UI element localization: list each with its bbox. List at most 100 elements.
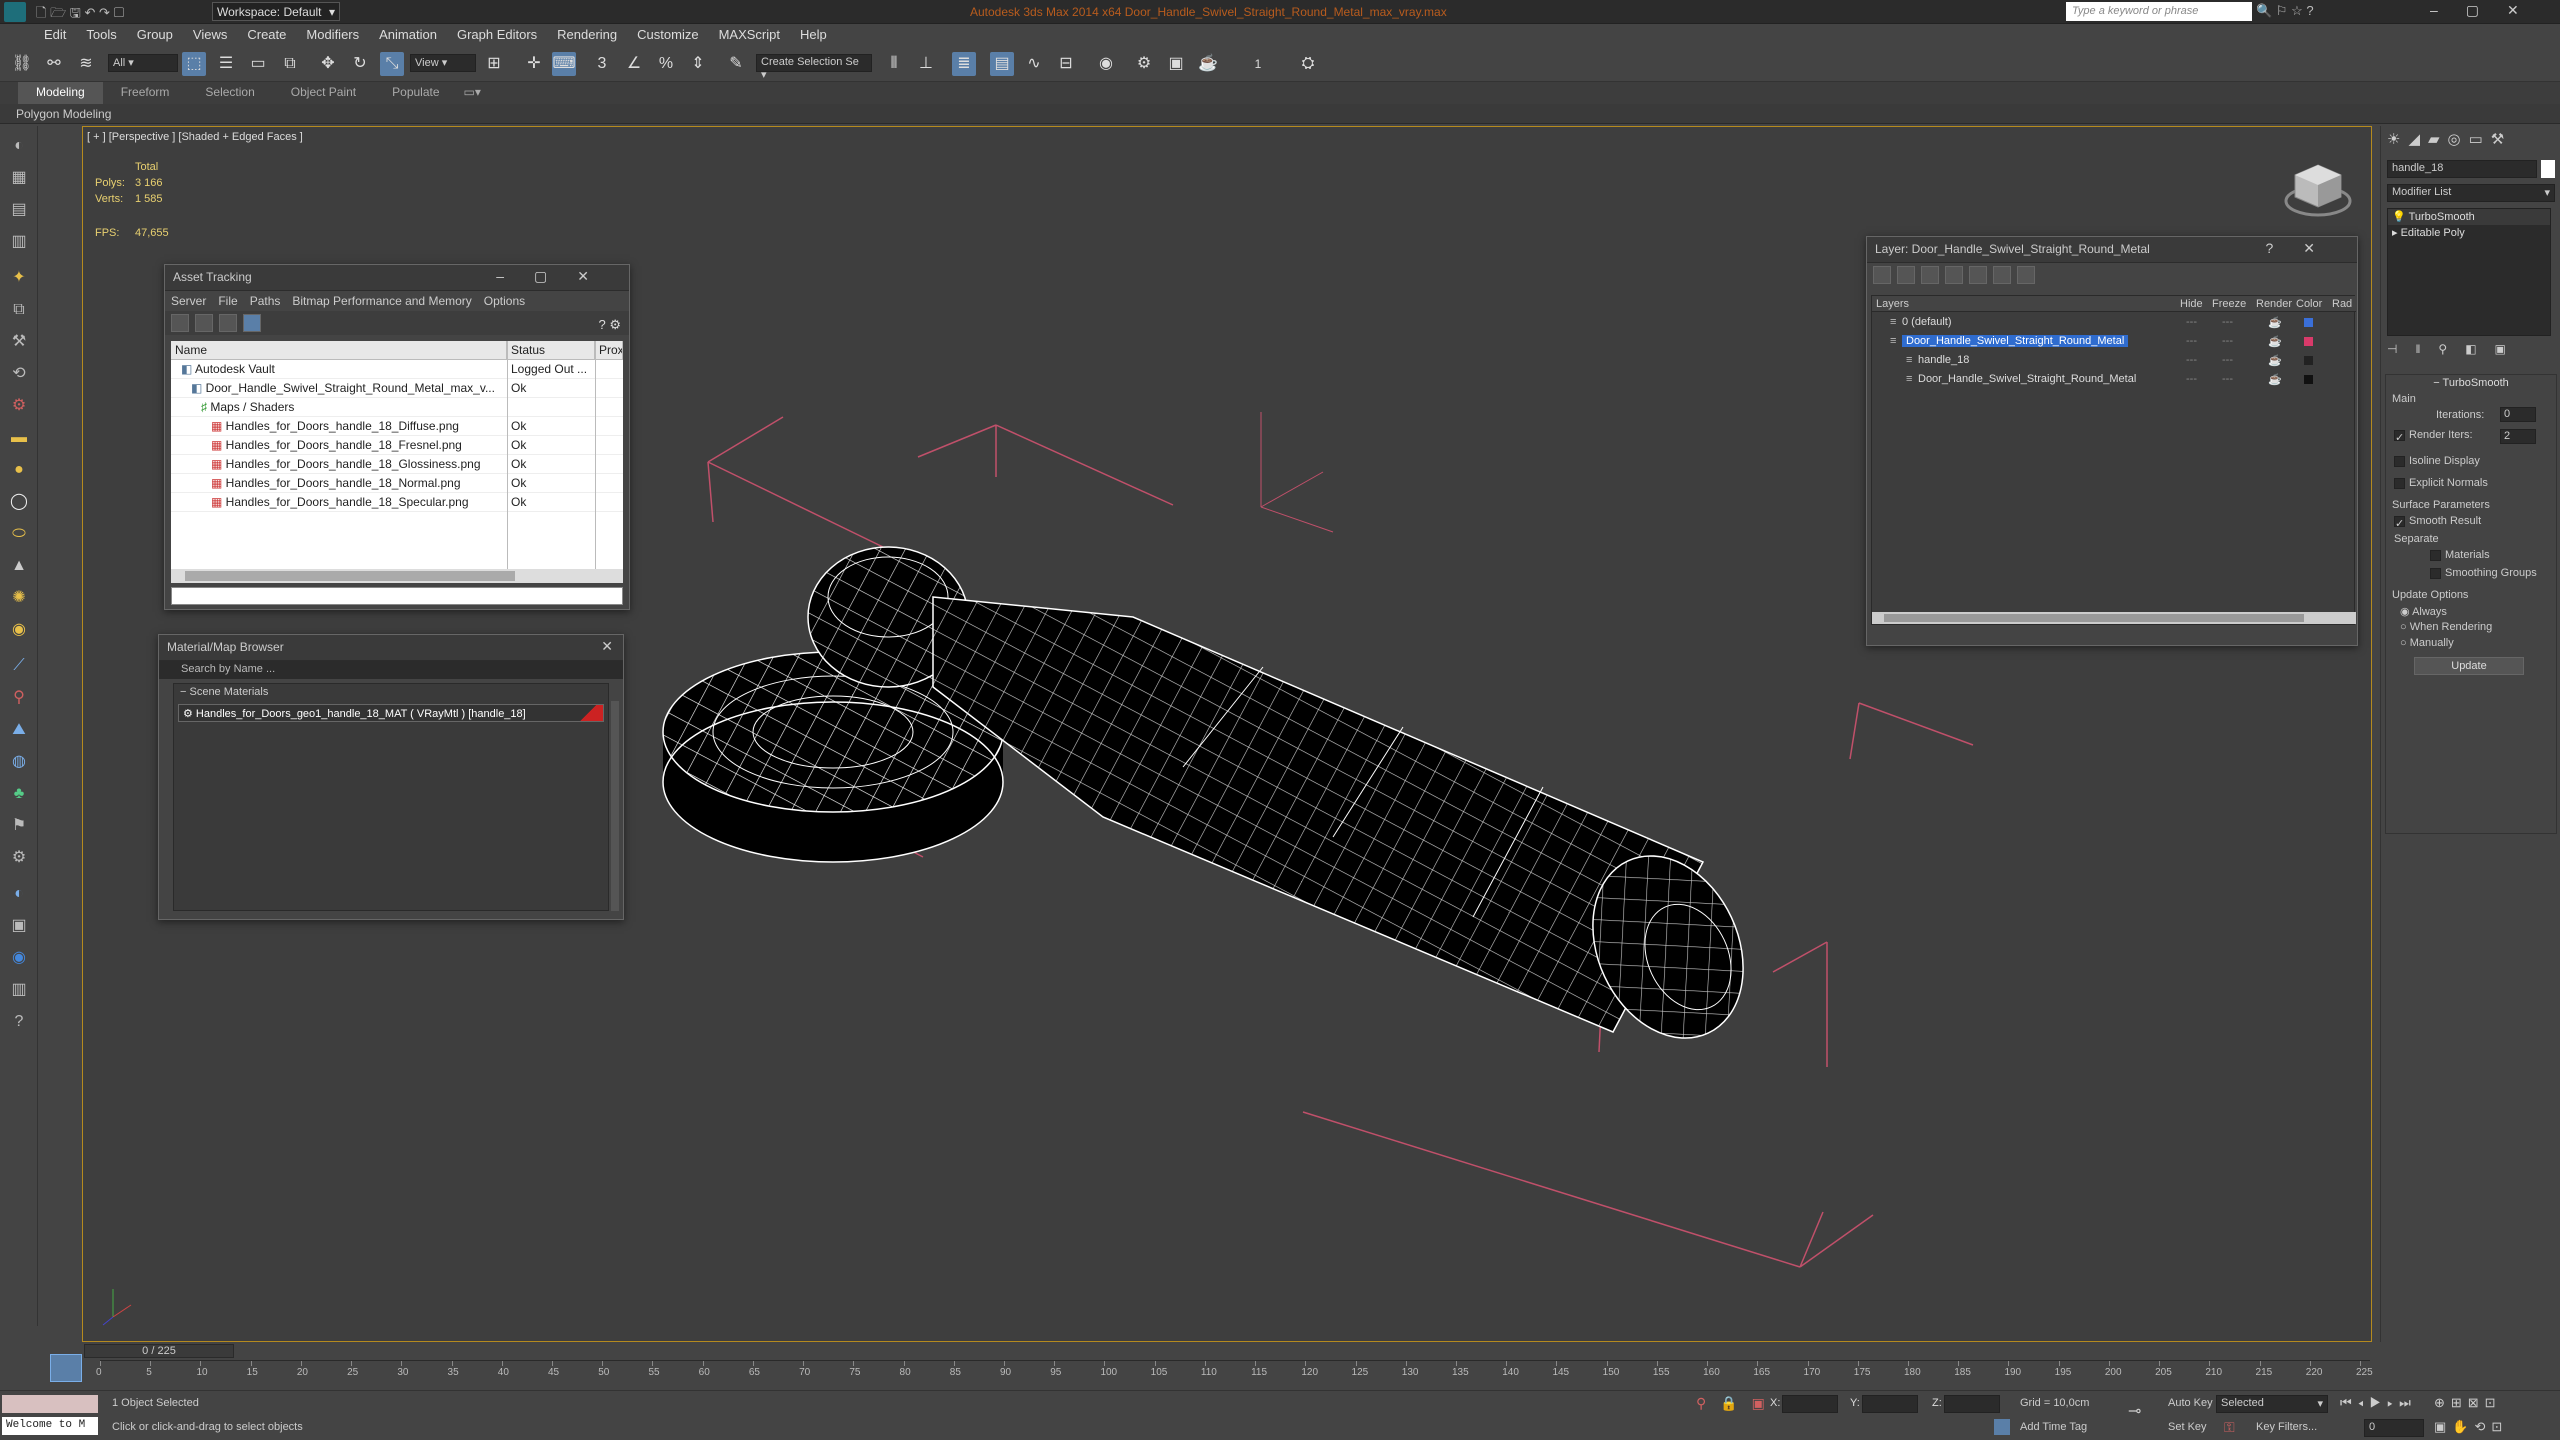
table-row[interactable]: ◧ Door_Handle_Swivel_Straight_Round_Meta… — [171, 379, 623, 398]
viewport-nav-controls[interactable]: ⊕⊞⊠⊡ — [2434, 1395, 2502, 1411]
workspace-dropdown[interactable]: Workspace: Default ▾ — [212, 2, 340, 21]
search-input[interactable]: Type a keyword or phrase — [2066, 2, 2252, 21]
schematic-view-icon[interactable]: ⊟ — [1054, 52, 1078, 76]
y-coord-field[interactable] — [1862, 1395, 1918, 1413]
menu-modifiers[interactable]: Modifiers — [296, 24, 369, 46]
list-view-icon[interactable] — [195, 314, 213, 332]
z-coord-field[interactable] — [1944, 1395, 2000, 1413]
edit-named-selection-icon[interactable]: ✎ — [724, 52, 748, 76]
asset-menu-options[interactable]: Options — [484, 294, 525, 308]
material-editor-icon[interactable]: ◉ — [1094, 52, 1118, 76]
auto-key-button[interactable]: Auto Key — [2168, 1397, 2213, 1409]
select-by-name-icon[interactable]: ☰ — [214, 52, 238, 76]
layer-row[interactable]: ≡ Door_Handle_Swivel_Straight_Round_Metal… — [1872, 371, 2356, 390]
vray-icon[interactable]: ⛭ — [1296, 52, 1320, 76]
layer-hscrollbar[interactable] — [1872, 612, 2356, 624]
tab-selection[interactable]: Selection — [187, 82, 272, 104]
maxscript-listener[interactable] — [2, 1395, 98, 1413]
tool-4-icon[interactable]: ▥ — [7, 230, 31, 254]
tab-modeling[interactable]: Modeling — [18, 82, 103, 104]
render-icon[interactable]: ☕ — [1196, 52, 1220, 76]
key-filters-button[interactable]: Key Filters... — [2256, 1421, 2317, 1433]
smoothing-groups-checkbox[interactable] — [2430, 567, 2441, 579]
keyboard-shortcut-icon[interactable]: ⌨ — [552, 52, 576, 76]
hide-all-icon[interactable] — [1993, 266, 2011, 284]
freeze-toggle-icon[interactable]: --- — [2222, 316, 2233, 328]
cylinder-icon[interactable]: ⬭ — [7, 522, 31, 546]
transform-gizmo[interactable] — [1260, 412, 1334, 533]
object-color-swatch[interactable] — [2541, 160, 2555, 178]
link-icon[interactable]: ⛓ — [10, 52, 34, 76]
render-toggle-icon[interactable]: ☕ — [2268, 335, 2282, 348]
menu-views[interactable]: Views — [183, 24, 237, 46]
layer-color-swatch[interactable] — [2304, 375, 2313, 384]
key-mode-icon[interactable]: ⊸ — [2128, 1401, 2141, 1421]
scene-materials-header[interactable]: − Scene Materials — [174, 684, 608, 702]
freeze-toggle-icon[interactable]: --- — [2222, 335, 2233, 347]
table-view-icon[interactable] — [243, 314, 261, 332]
smooth-result-checkbox[interactable]: ✓ — [2394, 515, 2405, 530]
angle-snap-icon[interactable]: ∠ — [622, 52, 646, 76]
stack-tools[interactable]: ⊣ǁ⚲◧▣ — [2387, 342, 2555, 362]
playback-controls[interactable]: ⏮◂▶▸⏭ — [2340, 1395, 2417, 1411]
tool-1-icon[interactable]: ◐ — [7, 134, 31, 158]
move-icon[interactable]: ✥ — [316, 52, 340, 76]
asset-menu-server[interactable]: Server — [171, 294, 206, 308]
add-time-tag[interactable]: Add Time Tag — [2020, 1421, 2087, 1433]
asset-menu-bitmap[interactable]: Bitmap Performance and Memory — [292, 294, 471, 308]
hide-toggle-icon[interactable]: --- — [2186, 354, 2197, 366]
sphere-icon[interactable]: ● — [7, 458, 31, 482]
menu-group[interactable]: Group — [127, 24, 183, 46]
scale-icon[interactable]: ⤡ — [380, 52, 404, 76]
table-row[interactable]: ▦ Handles_for_Doors_handle_18_Normal.png… — [171, 474, 623, 493]
freeze-all-icon[interactable] — [2017, 266, 2035, 284]
manipulate-icon[interactable]: ✛ — [522, 52, 546, 76]
asset-menu-file[interactable]: File — [218, 294, 237, 308]
when-rendering-row[interactable]: ○ When Rendering — [2400, 621, 2492, 633]
render-iters-spinner[interactable]: 2 — [2500, 429, 2536, 444]
col-rad[interactable]: Rad — [2332, 298, 2352, 310]
bind-space-warp-icon[interactable]: ≋ — [74, 52, 98, 76]
layer-color-swatch[interactable] — [2304, 337, 2313, 346]
manually-row[interactable]: ○ Manually — [2400, 637, 2454, 649]
tool-5-icon[interactable]: ✦ — [7, 266, 31, 290]
render-setup-icon[interactable]: ⚙ — [1132, 52, 1156, 76]
maxscript-welcome[interactable]: Welcome to M — [2, 1417, 98, 1435]
col-layers[interactable]: Layers — [1876, 298, 1909, 310]
menu-customize[interactable]: Customize — [627, 24, 708, 46]
menu-animation[interactable]: Animation — [369, 24, 447, 46]
always-row[interactable]: ◉ Always — [2400, 605, 2447, 618]
layer-tool-icon[interactable] — [1873, 266, 1891, 284]
rendered-frame-icon[interactable]: ▣ — [1164, 52, 1188, 76]
tool-8-icon[interactable]: ⟲ — [7, 362, 31, 386]
reference-coord-dropdown[interactable]: View ▾ — [410, 54, 476, 72]
freeze-toggle-icon[interactable]: --- — [2222, 373, 2233, 385]
material-vscrollbar[interactable] — [611, 701, 619, 911]
iterations-spinner[interactable]: 0 — [2500, 407, 2536, 422]
stack-item-turbosmooth[interactable]: 💡 TurboSmooth — [2388, 209, 2550, 225]
window-controls[interactable]: –▢✕ — [2430, 2, 2547, 19]
set-key-button[interactable]: Set Key — [2168, 1421, 2207, 1433]
render-toggle-icon[interactable]: ☕ — [2268, 316, 2282, 329]
helper-9-icon[interactable]: ▣ — [7, 914, 31, 938]
layer-manager-icon[interactable]: ≣ — [952, 52, 976, 76]
unlink-icon[interactable]: ⚯ — [42, 52, 66, 76]
time-tag-icon[interactable] — [1994, 1419, 2010, 1435]
torus-icon[interactable]: ◯ — [7, 490, 31, 514]
table-row[interactable]: ▦ Handles_for_Doors_handle_18_Diffuse.pn… — [171, 417, 623, 436]
helper-6-icon[interactable]: ⚑ — [7, 814, 31, 838]
isoline-checkbox[interactable] — [2394, 455, 2405, 467]
selection-filter-dropdown[interactable]: All ▾ — [108, 54, 178, 72]
tool-7-icon[interactable]: ⚒ — [7, 330, 31, 354]
tab-freeform[interactable]: Freeform — [103, 82, 188, 104]
layer-color-swatch[interactable] — [2304, 356, 2313, 365]
tool-9-icon[interactable]: ⚙ — [7, 394, 31, 418]
spinner-snap-icon[interactable]: ⇕ — [686, 52, 710, 76]
asset-window-controls[interactable]: –▢✕ — [496, 268, 619, 285]
modifier-list-dropdown[interactable]: Modifier List ▾ — [2387, 184, 2555, 202]
material-browser-titlebar[interactable]: Material/Map Browser ✕ — [159, 635, 623, 661]
highlight-layer-icon[interactable] — [1969, 266, 1987, 284]
quick-access-icons[interactable]: 🗋 🗁 🖫 ↶ ↷ ▢ — [36, 4, 124, 26]
object-name-field[interactable]: handle_18 — [2387, 160, 2537, 178]
curve-editor-icon[interactable]: ∿ — [1022, 52, 1046, 76]
